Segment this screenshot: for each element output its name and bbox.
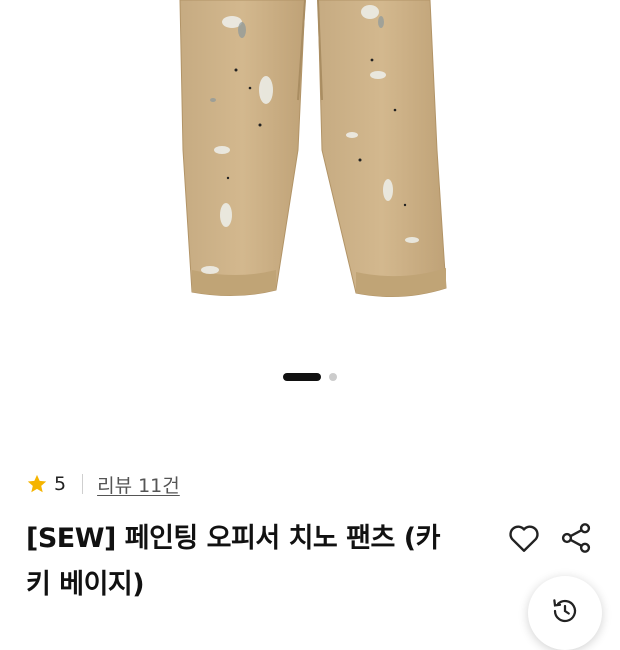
carousel-dot[interactable] bbox=[329, 373, 337, 381]
divider bbox=[82, 474, 84, 494]
like-button[interactable] bbox=[506, 520, 542, 556]
product-title-line2: 키 베이지) bbox=[26, 569, 145, 600]
star-icon bbox=[26, 473, 48, 495]
product-image[interactable] bbox=[0, 0, 620, 340]
share-button[interactable] bbox=[558, 520, 594, 556]
recent-history-button[interactable] bbox=[528, 576, 602, 650]
history-icon bbox=[550, 596, 580, 630]
carousel-indicator bbox=[0, 371, 620, 383]
product-title-line1: [SEW] 페인팅 오피서 치노 팬츠 (카 bbox=[26, 523, 440, 554]
review-count-link[interactable]: 리뷰 11건 bbox=[97, 471, 180, 498]
rating-row: 5 리뷰 11건 bbox=[26, 470, 180, 498]
share-icon bbox=[558, 523, 594, 560]
heart-icon bbox=[506, 525, 542, 560]
product-title: [SEW] 페인팅 오피서 치노 팬츠 (카 키 베이지) bbox=[26, 516, 476, 608]
rating-value: 5 bbox=[54, 473, 67, 495]
carousel-dot-active[interactable] bbox=[283, 373, 321, 381]
khaki-pants-image bbox=[179, 0, 447, 298]
